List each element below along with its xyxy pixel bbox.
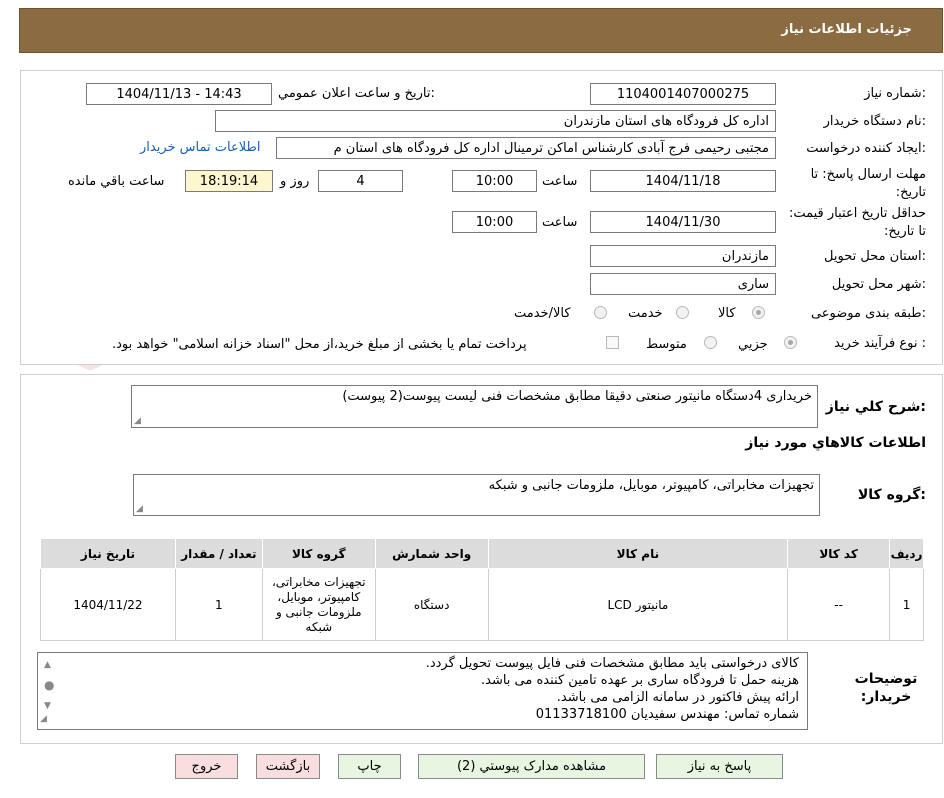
cell-unit: دستگاه [374, 568, 489, 641]
process-option-minor: جزیي [738, 337, 768, 352]
view-attachments-button[interactable]: مشاهده مدارک پیوستي (2) [418, 754, 645, 779]
col-header-group: گروه کالا [261, 538, 376, 569]
description-label: شرح کلي نیاز: [825, 399, 926, 415]
description-textarea: خریداری 4دستگاه مانیتور صنعتی دقیقا مطاب… [131, 385, 818, 428]
back-button[interactable]: بازگشت [256, 754, 320, 779]
validity-date-field: 1404/11/30 [590, 211, 776, 233]
col-header-name: نام کالا [487, 538, 789, 569]
remaining-time-field: 18:19:14 [185, 170, 273, 192]
page-title: جزئیات اطلاعات نیاز [781, 22, 912, 37]
items-heading: اطلاعات کالاهاي مورد نیاز [745, 435, 926, 451]
notes-line: شماره تماس: مهندس سفیدیان 01133718100 [535, 707, 799, 722]
resize-handle-icon[interactable]: ◢ [134, 416, 141, 426]
days-label: روز و [280, 174, 310, 189]
resize-handle-icon[interactable]: ◢ [136, 504, 143, 514]
deadline-date-field: 1404/11/18 [590, 170, 776, 192]
city-field: ساری [590, 273, 776, 295]
group-label: گروه کالا: [857, 487, 926, 503]
deadline-time-label: ساعت [542, 174, 578, 189]
buyer-org-field: اداره کل فرودگاه های استان مازندران [215, 110, 776, 132]
announce-field: 1404/11/13 - 14:43 [86, 83, 272, 105]
days-remaining-field: 4 [318, 170, 403, 192]
exit-button[interactable]: خروج [175, 754, 238, 779]
cell-date: 1404/11/22 [40, 568, 176, 641]
reply-button[interactable]: پاسخ به نیاز [656, 754, 783, 779]
notes-line: ارائه پیش فاکتور در سامانه الزامی می باش… [556, 690, 799, 705]
print-button[interactable]: چاپ [338, 754, 401, 779]
items-table: ردیف کد کالا نام کالا واحد شمارش گروه کا… [40, 538, 924, 641]
category-radio-both[interactable] [594, 306, 607, 319]
need-number-label: شماره نیاز: [864, 86, 926, 101]
col-header-unit: واحد شمارش [374, 538, 489, 569]
col-header-qty: تعداد / مقدار [174, 538, 263, 569]
category-option-both: کالا/خدمت [514, 306, 571, 321]
description-text: خریداری 4دستگاه مانیتور صنعتی دقیقا مطاب… [342, 389, 812, 404]
remaining-label: ساعت باقي مانده [68, 174, 165, 189]
province-field: مازندران [590, 245, 776, 267]
cell-row-no: 1 [889, 568, 924, 641]
group-textarea: تجهیزات مخابراتی، کامپیوتر، موبایل، ملزو… [133, 474, 820, 516]
category-radio-service[interactable] [676, 306, 689, 319]
category-label: طبقه بندی موضوعی: [810, 306, 926, 321]
process-radio-medium[interactable] [704, 336, 717, 349]
notes-line: کالای درخواستی باید مطابق مشخصات فنی فای… [425, 656, 799, 671]
announce-label: تاریخ و ساعت اعلان عمومي: [278, 86, 435, 101]
deadline-label: مهلت ارسال پاسخ: تا تاریخ: [810, 167, 926, 200]
notes-textarea: کالای درخواستی باید مطابق مشخصات فنی فای… [37, 652, 808, 730]
resize-handle-icon[interactable]: ◢ [40, 711, 47, 728]
buyer-org-label: نام دستگاه خریدار: [823, 114, 926, 129]
category-option-service: خدمت [628, 306, 663, 321]
table-row: 1 -- مانیتور LCD دستگاه تجهیزات مخابراتی… [40, 568, 924, 641]
category-radio-goods[interactable] [752, 306, 765, 319]
process-label: نوع فرآیند خرید : [834, 336, 926, 351]
cell-group: تجهیزات مخابراتی، کامپیوتر، موبایل، ملزو… [261, 568, 376, 641]
scroll-thumb-icon[interactable]: ● [44, 677, 54, 694]
process-option-medium: متوسط [646, 337, 687, 352]
creator-label: ایجاد کننده درخواست: [806, 141, 926, 156]
cell-code: -- [787, 568, 891, 641]
validity-label: حداقل تاریخ اعتبار قیمت: تا تاریخ: [788, 206, 926, 239]
validity-time-field: 10:00 [452, 211, 537, 233]
cell-qty: 1 [174, 568, 263, 641]
items-table-wrap: ردیف کد کالا نام کالا واحد شمارش گروه کا… [40, 538, 924, 641]
buyer-contact-link[interactable]: اطلاعات تماس خريدار [140, 140, 260, 155]
city-label: شهر محل تحویل: [831, 277, 926, 292]
notes-line: هزینه حمل تا فرودگاه ساری بر عهده تامین … [481, 673, 799, 688]
page-header: جزئیات اطلاعات نیاز [19, 8, 943, 53]
validity-time-label: ساعت [542, 215, 578, 230]
need-number-field: 1104001407000275 [590, 83, 776, 105]
notes-label: توضیحات خریدار: [854, 671, 918, 705]
cell-name: مانیتور LCD [487, 568, 789, 641]
treasury-checkbox[interactable] [606, 336, 619, 349]
payment-note: پرداخت تمام یا بخشی از مبلغ خرید،از محل … [112, 337, 527, 352]
scroll-up-icon[interactable]: ▲ [44, 657, 51, 674]
creator-field: مجتبی رحیمی فرج آبادی کارشناس اماکن ترمی… [276, 137, 776, 159]
col-header-date: تاریخ نیاز [40, 538, 176, 569]
deadline-time-field: 10:00 [452, 170, 537, 192]
col-header-code: کد کالا [787, 538, 891, 569]
category-option-goods: کالا [718, 306, 736, 321]
process-radio-minor[interactable] [784, 336, 797, 349]
table-header-row: ردیف کد کالا نام کالا واحد شمارش گروه کا… [40, 538, 924, 569]
group-text: تجهیزات مخابراتی، کامپیوتر، موبایل، ملزو… [488, 478, 814, 493]
province-label: استان محل تحویل: [824, 249, 926, 264]
col-header-row-no: ردیف [889, 538, 924, 569]
